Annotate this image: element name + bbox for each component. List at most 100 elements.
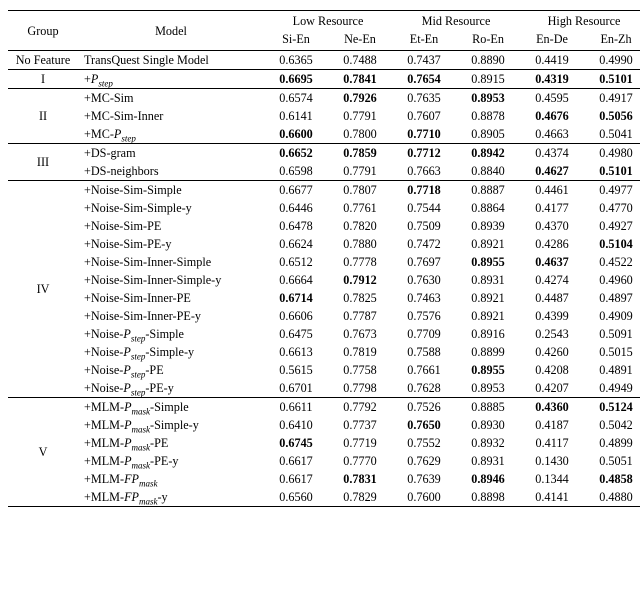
col-group-header: Group <box>8 11 78 51</box>
table-row: +Noise-Pstep-Simple0.64750.76730.77090.8… <box>8 325 640 343</box>
table-row: +DS-neighbors0.65980.77910.76630.88400.4… <box>8 162 640 181</box>
value-cell: 0.4177 <box>520 199 584 217</box>
col-sien: Si-En <box>264 31 328 51</box>
value-cell: 0.4880 <box>584 488 640 507</box>
value-cell: 0.7472 <box>392 235 456 253</box>
results-table: Group Model Low Resource Mid Resource Hi… <box>8 10 640 507</box>
value-cell: 0.6624 <box>264 235 328 253</box>
value-cell: 0.8939 <box>456 217 520 235</box>
value-cell: 0.8890 <box>456 51 520 70</box>
value-cell: 0.8887 <box>456 181 520 200</box>
value-cell: 0.4960 <box>584 271 640 289</box>
table-row: +Noise-Pstep-PE0.56150.77580.76610.89550… <box>8 361 640 379</box>
value-cell: 0.7880 <box>328 235 392 253</box>
value-cell: 0.7463 <box>392 289 456 307</box>
value-cell: 0.6478 <box>264 217 328 235</box>
value-cell: 0.1344 <box>520 470 584 488</box>
value-cell: 0.4207 <box>520 379 584 398</box>
value-cell: 0.4858 <box>584 470 640 488</box>
table-row: +MLM-FPmask-y0.65600.78290.76000.88980.4… <box>8 488 640 507</box>
value-cell: 0.6512 <box>264 253 328 271</box>
value-cell: 0.8931 <box>456 452 520 470</box>
value-cell: 0.7778 <box>328 253 392 271</box>
value-cell: 0.4399 <box>520 307 584 325</box>
value-cell: 0.4260 <box>520 343 584 361</box>
model-cell: +MLM-FPmask <box>78 470 264 488</box>
model-cell: +Noise-Pstep-PE <box>78 361 264 379</box>
value-cell: 0.6410 <box>264 416 328 434</box>
value-cell: 0.4891 <box>584 361 640 379</box>
value-cell: 0.7552 <box>392 434 456 452</box>
value-cell: 0.4595 <box>520 89 584 108</box>
model-cell: +Noise-Sim-Inner-PE-y <box>78 307 264 325</box>
value-cell: 0.6446 <box>264 199 328 217</box>
value-cell: 0.5041 <box>584 125 640 144</box>
value-cell: 0.7697 <box>392 253 456 271</box>
value-cell: 0.7663 <box>392 162 456 181</box>
value-cell: 0.4419 <box>520 51 584 70</box>
table-row: +Noise-Sim-Inner-Simple-y0.66640.79120.7… <box>8 271 640 289</box>
value-cell: 0.5101 <box>584 70 640 89</box>
value-cell: 0.7792 <box>328 398 392 417</box>
value-cell: 0.8932 <box>456 434 520 452</box>
value-cell: 0.6611 <box>264 398 328 417</box>
value-cell: 0.5051 <box>584 452 640 470</box>
value-cell: 0.7639 <box>392 470 456 488</box>
value-cell: 0.7544 <box>392 199 456 217</box>
value-cell: 0.7488 <box>328 51 392 70</box>
model-cell: +MC-Sim <box>78 89 264 108</box>
model-cell: +MLM-Pmask-Simple <box>78 398 264 417</box>
value-cell: 0.8931 <box>456 271 520 289</box>
value-cell: 0.7437 <box>392 51 456 70</box>
value-cell: 0.7831 <box>328 470 392 488</box>
value-cell: 0.6652 <box>264 144 328 163</box>
model-cell: +Noise-Pstep-Simple-y <box>78 343 264 361</box>
model-cell: +Noise-Sim-Inner-Simple <box>78 253 264 271</box>
group-cell: IV <box>8 181 78 398</box>
value-cell: 0.5615 <box>264 361 328 379</box>
value-cell: 0.6714 <box>264 289 328 307</box>
value-cell: 0.4663 <box>520 125 584 144</box>
value-cell: 0.4487 <box>520 289 584 307</box>
value-cell: 0.4117 <box>520 434 584 452</box>
value-cell: 0.7509 <box>392 217 456 235</box>
value-cell: 0.6475 <box>264 325 328 343</box>
model-cell: +Noise-Pstep-PE-y <box>78 379 264 398</box>
value-cell: 0.4286 <box>520 235 584 253</box>
value-cell: 0.5101 <box>584 162 640 181</box>
model-cell: +Noise-Sim-Inner-PE <box>78 289 264 307</box>
group-cell: III <box>8 144 78 181</box>
value-cell: 0.6745 <box>264 434 328 452</box>
value-cell: 0.7829 <box>328 488 392 507</box>
model-cell: +MC-Sim-Inner <box>78 107 264 125</box>
table-row: +Noise-Sim-Inner-Simple0.65120.77780.769… <box>8 253 640 271</box>
value-cell: 0.8878 <box>456 107 520 125</box>
value-cell: 0.7661 <box>392 361 456 379</box>
table-row: +MC-Pstep0.66000.78000.77100.89050.46630… <box>8 125 640 144</box>
value-cell: 0.6365 <box>264 51 328 70</box>
table-row: III+DS-gram0.66520.78590.77120.89420.437… <box>8 144 640 163</box>
value-cell: 0.7709 <box>392 325 456 343</box>
value-cell: 0.5015 <box>584 343 640 361</box>
value-cell: 0.4187 <box>520 416 584 434</box>
table-row: +Noise-Sim-Simple-y0.64460.77610.75440.8… <box>8 199 640 217</box>
table-row: +Noise-Sim-Inner-PE0.67140.78250.74630.8… <box>8 289 640 307</box>
value-cell: 0.7718 <box>392 181 456 200</box>
col-neen: Ne-En <box>328 31 392 51</box>
value-cell: 0.6598 <box>264 162 328 181</box>
value-cell: 0.4899 <box>584 434 640 452</box>
table-row: +Noise-Sim-Inner-PE-y0.66060.77870.75760… <box>8 307 640 325</box>
value-cell: 0.7630 <box>392 271 456 289</box>
value-cell: 0.4949 <box>584 379 640 398</box>
value-cell: 0.7800 <box>328 125 392 144</box>
value-cell: 0.5124 <box>584 398 640 417</box>
value-cell: 0.6560 <box>264 488 328 507</box>
value-cell: 0.4977 <box>584 181 640 200</box>
model-cell: +Noise-Sim-PE <box>78 217 264 235</box>
value-cell: 0.7820 <box>328 217 392 235</box>
model-cell: +DS-gram <box>78 144 264 163</box>
value-cell: 0.5056 <box>584 107 640 125</box>
super-mid: Mid Resource <box>392 11 520 31</box>
table-row: +Noise-Pstep-Simple-y0.66130.78190.75880… <box>8 343 640 361</box>
value-cell: 0.8953 <box>456 379 520 398</box>
